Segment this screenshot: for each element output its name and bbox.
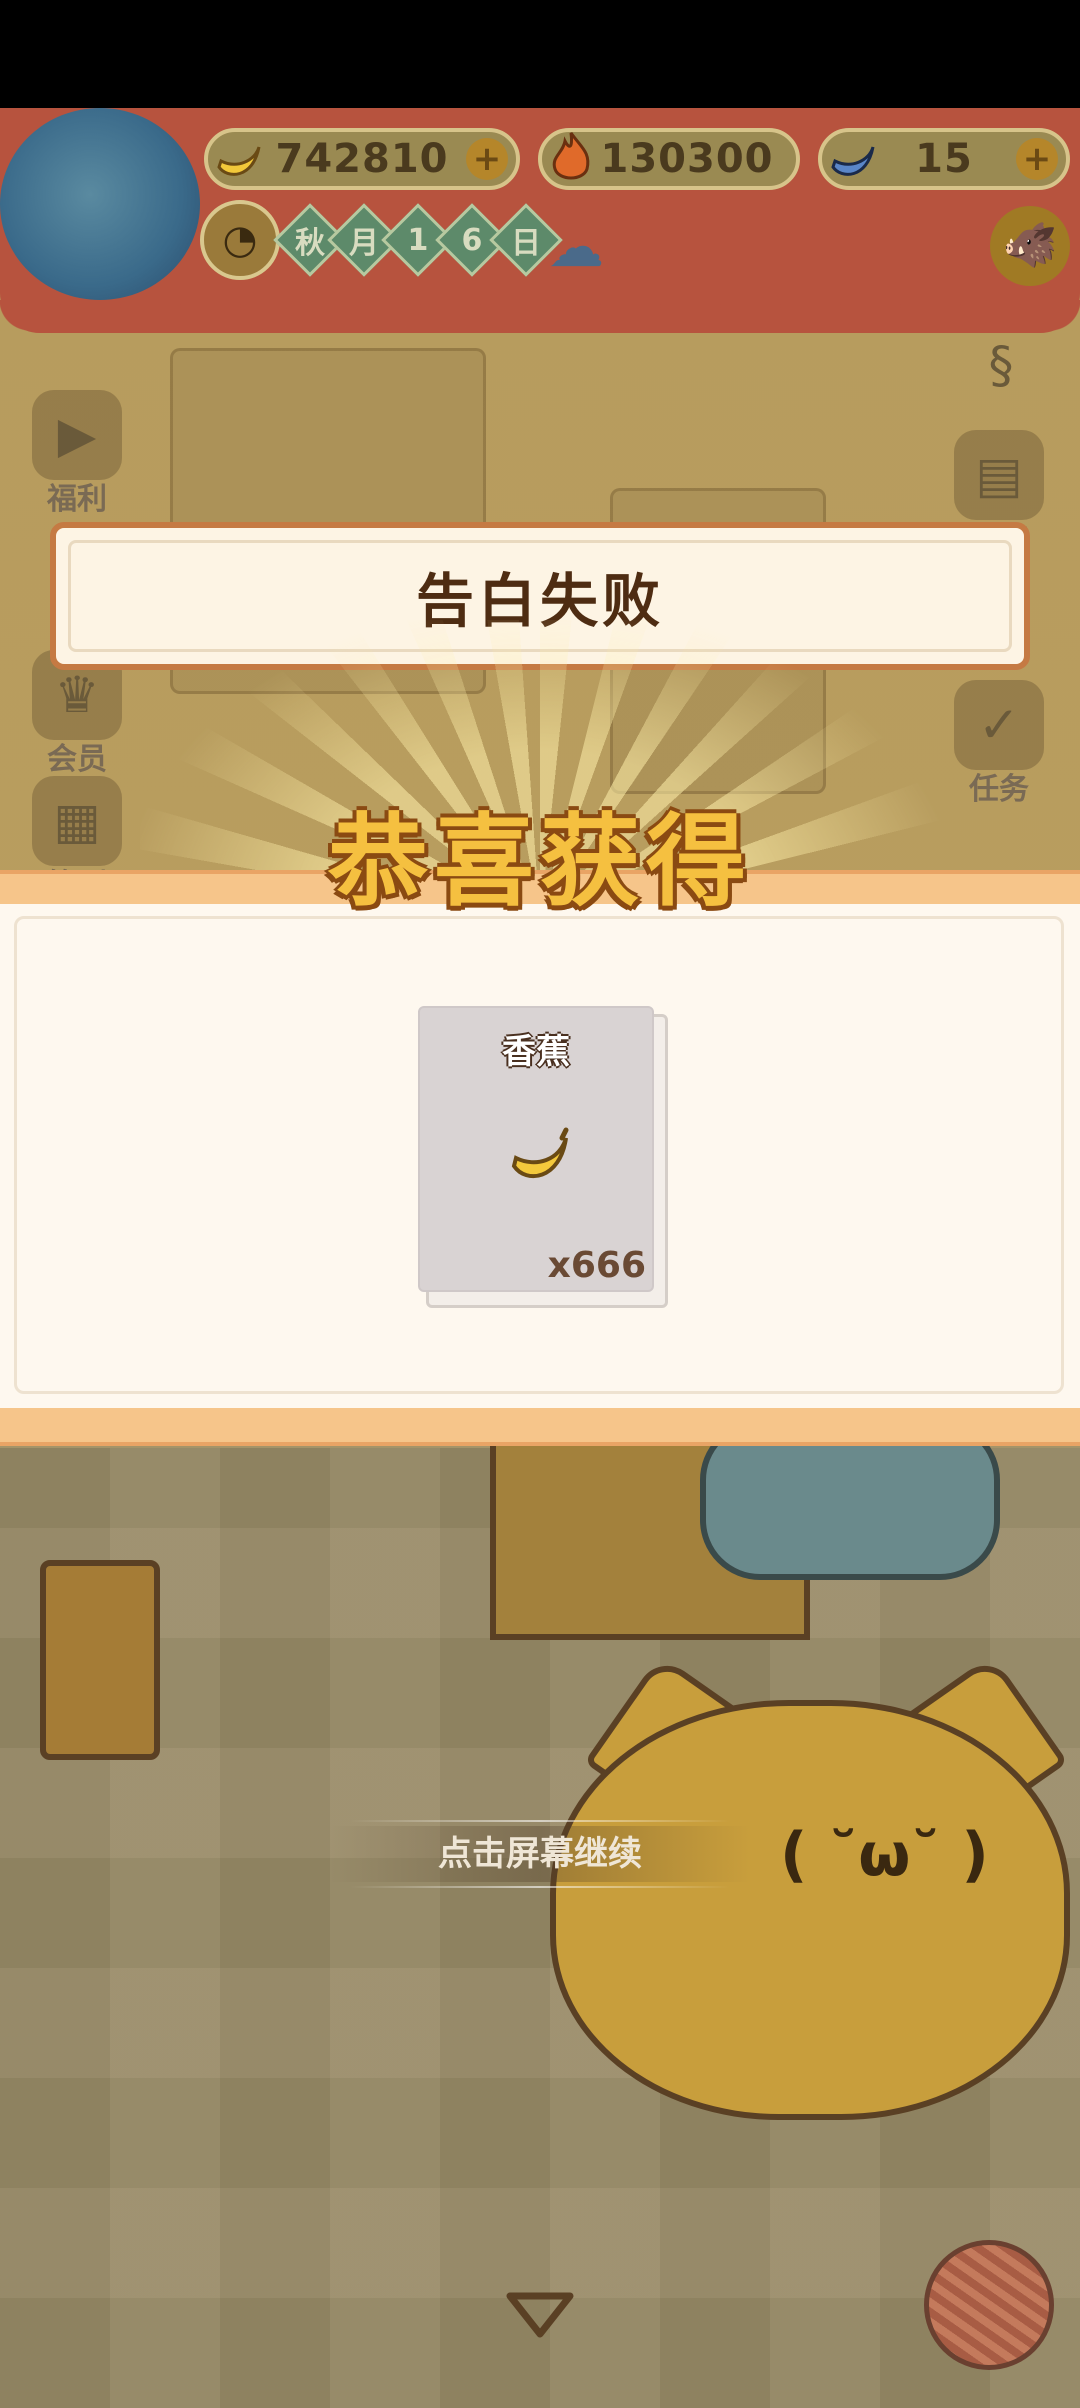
tv-icon: ▶ [32,390,122,480]
clock-icon: ◔ [200,200,280,280]
add-gems-button[interactable]: + [1016,138,1058,180]
welfare-button[interactable]: ▶ 福利 [22,390,132,518]
mission-jar-icon: ✓ [954,680,1044,770]
reward-item-name: 香蕉 [502,1032,570,1072]
banana-counter: 742810 + [204,128,520,190]
banner-bottom-band [0,1408,1080,1446]
member-label: 会员 [47,742,107,777]
date-chip-label: 秋 [295,226,325,261]
gem-counter: 15 + [818,128,1070,190]
notice-board-icon: ▤ [954,430,1044,520]
welfare-label: 福利 [47,482,107,517]
date-display[interactable]: ◔ 秋 月 1 6 日 [200,200,563,280]
cat-face: ( ˘ω˘ ) [780,1820,989,1890]
awning-scallop [0,300,1080,340]
rope-icon: § [946,320,1056,410]
banana-value: 742810 [275,136,449,182]
banana-icon [202,122,272,192]
gem-value: 15 [915,136,973,182]
cat-character[interactable] [550,1700,1070,2120]
fire-icon [536,122,606,192]
fire-counter: 130300 [538,128,800,190]
rain-cloud-icon[interactable]: ☁ [540,212,612,284]
status-bar [0,0,1080,108]
rope-glyph: § [988,336,1014,394]
fire-value: 130300 [600,136,774,182]
chevron-down-icon[interactable] [502,2286,578,2342]
add-bananas-button[interactable]: + [466,138,508,180]
blue-banana-icon [816,122,886,192]
reward-item-count: x666 [547,1245,646,1286]
date-chip-label: 6 [461,222,483,258]
yarn-ball-icon[interactable] [924,2240,1054,2370]
banana-icon [511,1127,569,1179]
reward-item-card[interactable]: 香蕉 x666 [418,1006,654,1292]
date-chip-label: 月 [349,226,379,261]
date-chip-label: 1 [407,222,429,258]
tap-to-continue[interactable]: 点击屏幕继续 [330,1820,750,1888]
congrats-heading: 恭喜获得 [328,803,752,920]
boar-icon[interactable]: 🐗 [990,206,1070,286]
chair [40,1560,160,1760]
date-chip-label: 日 [511,226,541,261]
player-avatar[interactable] [0,108,200,300]
